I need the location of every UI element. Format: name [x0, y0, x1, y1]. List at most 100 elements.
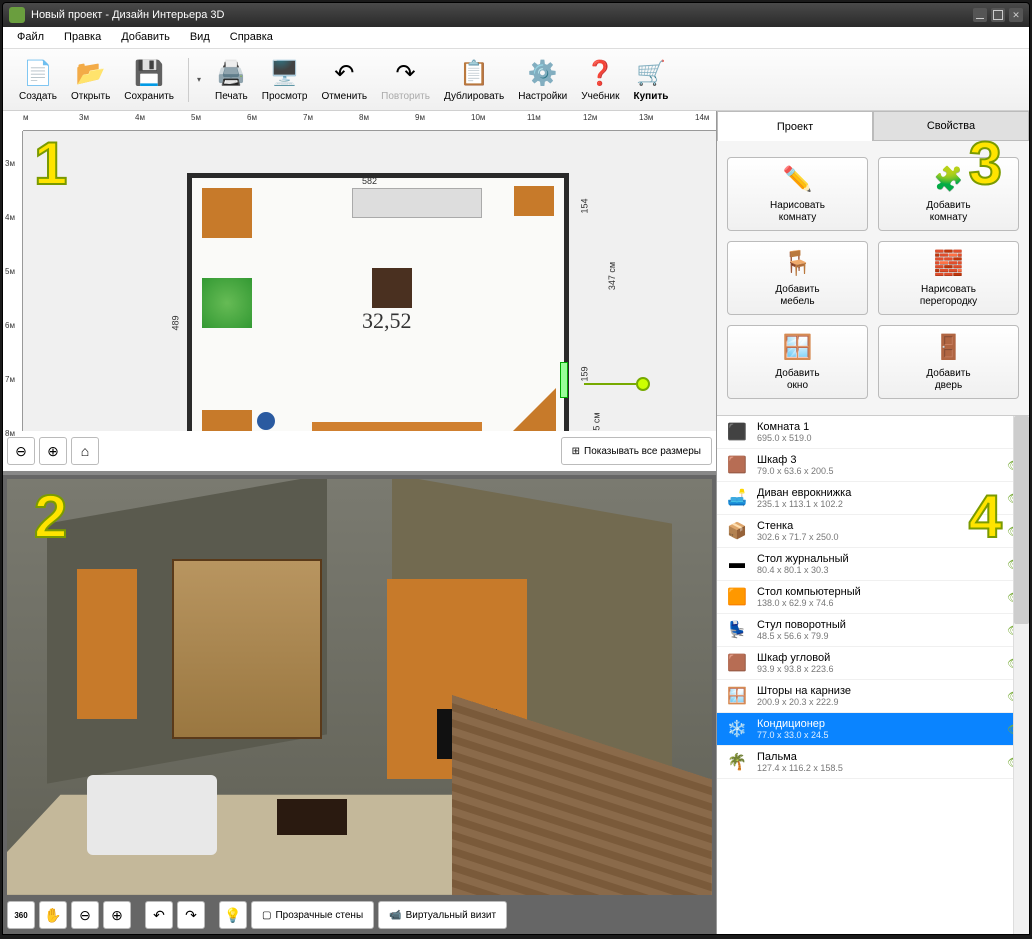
minimize-button[interactable]	[973, 8, 987, 22]
undo-3d-button[interactable]: ↶	[145, 901, 173, 929]
object-icon: ❄️	[725, 717, 749, 741]
action-дверь[interactable]: 🚪Добавитьдверь	[878, 325, 1019, 399]
action-icon: 🧩	[933, 164, 965, 196]
menu-add[interactable]: Добавить	[111, 27, 180, 48]
object-name: Стенка	[757, 520, 839, 532]
rotate360-button[interactable]: 360	[7, 901, 35, 929]
menu-view[interactable]: Вид	[180, 27, 220, 48]
zoom-in-2d-button[interactable]: ⊕	[39, 437, 67, 465]
home-2d-button[interactable]: ⌂	[71, 437, 99, 465]
object-icon: 💺	[725, 618, 749, 642]
furniture-chair[interactable]	[257, 412, 275, 430]
toolbar-label: Открыть	[71, 91, 110, 102]
furniture-corner[interactable]	[504, 388, 556, 431]
room-outline[interactable]: 32,52 582 489 665 95	[187, 173, 569, 431]
toolbar-icon: ↷	[390, 57, 422, 89]
toolbar-label: Просмотр	[262, 91, 308, 102]
toolbar-label: Повторить	[381, 91, 430, 102]
toolbar-label: Купить	[634, 91, 669, 102]
action-комнату[interactable]: ✏️Нарисоватькомнату	[727, 157, 868, 231]
object-item[interactable]: ⬛Комната 1695.0 x 519.0	[717, 416, 1029, 449]
object-scrollbar[interactable]	[1013, 416, 1029, 935]
toolbar-печать[interactable]: 🖨️Печать	[209, 55, 254, 104]
furniture-wardrobe[interactable]	[514, 186, 554, 216]
toolbar-открыть[interactable]: 📂 Открыть	[65, 55, 116, 104]
view-2d[interactable]: м3м4м5м6м7м8м9м10м11м12м13м14м 3м4м5м6м7…	[3, 111, 716, 471]
overlay-4: 4	[969, 482, 1002, 551]
object-item[interactable]: 💺Стул поворотный48.5 x 56.6 x 79.9👁	[717, 614, 1029, 647]
furniture-table[interactable]	[372, 268, 412, 308]
scrollbar-thumb[interactable]	[1014, 416, 1029, 624]
object-icon: 🟧	[725, 585, 749, 609]
tab-properties[interactable]: Свойства	[873, 111, 1029, 141]
toolbar-dropdown[interactable]: ▾	[197, 60, 207, 100]
canvas-2d[interactable]: 32,52 582 489 665 95	[23, 131, 716, 431]
furniture-desk[interactable]	[202, 410, 252, 431]
toolbar-создать[interactable]: 📄Создать	[13, 55, 63, 104]
object-item[interactable]: ❄️Кондиционер77.0 x 33.0 x 24.5👁	[717, 713, 1029, 746]
furniture-palm[interactable]	[202, 278, 252, 328]
object-item[interactable]: ▬Стол журнальный80.4 x 80.1 x 30.3👁	[717, 548, 1029, 581]
object-name: Стул поворотный	[757, 619, 846, 631]
object-name: Кондиционер	[757, 718, 829, 730]
toolbar-сохранить[interactable]: 💾Сохранить	[118, 55, 180, 104]
object-name: Шкаф угловой	[757, 652, 834, 664]
toolbar-учебник[interactable]: ❓Учебник	[575, 55, 625, 104]
object-item[interactable]: 🟧Стол компьютерный138.0 x 62.9 x 74.6👁	[717, 581, 1029, 614]
action-перегородку[interactable]: 🧱Нарисоватьперегородку	[878, 241, 1019, 315]
dim-corner: 159	[579, 366, 589, 381]
menu-edit[interactable]: Правка	[54, 27, 111, 48]
furniture-corner-wardrobe[interactable]	[202, 188, 252, 238]
camera-icon: 📹	[389, 910, 401, 921]
toolbar-icon: 📄	[22, 57, 54, 89]
toolbar: 📄Создать 📂 Открыть 💾Сохранить ▾🖨️Печать 🖥️ Про…	[3, 49, 1029, 111]
pan-button[interactable]: ✋	[39, 901, 67, 929]
toolbar-отменить[interactable]: ↶Отменить	[315, 55, 373, 104]
action-окно[interactable]: 🪟Добавитьокно	[727, 325, 868, 399]
show-dimensions-button[interactable]: ⊞ Показывать все размеры	[561, 437, 712, 465]
object-name: Диван еврокнижка	[757, 487, 851, 499]
toolbar-повторить[interactable]: ↷ Повторить	[375, 55, 436, 104]
toolbar-дублировать[interactable]: 📋Дублировать	[438, 55, 510, 104]
furniture-sofa[interactable]	[352, 188, 482, 218]
selection-handle[interactable]	[636, 377, 650, 391]
canvas-3d[interactable]	[7, 479, 712, 895]
object-item[interactable]: 🟫Шкаф 379.0 x 63.6 x 200.5👁	[717, 449, 1029, 482]
transparent-walls-button[interactable]: ▢ Прозрачные стены	[251, 901, 374, 929]
zoom-out-3d-button[interactable]: ⊖	[71, 901, 99, 929]
redo-3d-button[interactable]: ↷	[177, 901, 205, 929]
object-item[interactable]: 🌴Пальма127.4 x 116.2 x 158.5👁	[717, 746, 1029, 779]
object-dims: 138.0 x 62.9 x 74.6	[757, 598, 861, 608]
zoom-in-3d-button[interactable]: ⊕	[103, 901, 131, 929]
zoom-out-2d-button[interactable]: ⊖	[7, 437, 35, 465]
toolbar-купить[interactable]: 🛒Купить	[628, 55, 675, 104]
close-button[interactable]	[1009, 8, 1023, 22]
furniture-ac-selected[interactable]	[560, 362, 568, 398]
toolbar-icon: 🖥️	[269, 57, 301, 89]
menu-help[interactable]: Справка	[220, 27, 283, 48]
action-icon: 🪑	[782, 248, 814, 280]
toolbar-icon: ↶	[328, 57, 360, 89]
action-мебель[interactable]: 🪑Добавитьмебель	[727, 241, 868, 315]
virtual-visit-button[interactable]: 📹 Виртуальный визит	[378, 901, 507, 929]
object-item[interactable]: 🟫Шкаф угловой93.9 x 93.8 x 223.6👁	[717, 647, 1029, 680]
toolbar-icon: 📂	[75, 57, 107, 89]
object-dims: 48.5 x 56.6 x 79.9	[757, 631, 846, 641]
ruler-vertical: 3м4м5м6м7м8м	[3, 131, 23, 431]
view-3d[interactable]: 360 ✋ ⊖ ⊕ ↶ ↷ 💡 ▢ Прозрачные стены 📹	[3, 475, 716, 935]
ruler-horizontal: м3м4м5м6м7м8м9м10м11м12м13м14м	[23, 111, 716, 131]
toolbar-icon: 🖨️	[215, 57, 247, 89]
toolbar-просмотр[interactable]: 🖥️ Просмотр	[256, 55, 314, 104]
furniture-wall-unit[interactable]	[312, 422, 482, 431]
toolbar-настройки[interactable]: ⚙️Настройки	[512, 55, 573, 104]
object-name: Шторы на карнизе	[757, 685, 851, 697]
menu-file[interactable]: Файл	[7, 27, 54, 48]
transparent-icon: ▢	[262, 910, 271, 921]
menubar: Файл Правка Добавить Вид Справка	[3, 27, 1029, 49]
light-button[interactable]: 💡	[219, 901, 247, 929]
maximize-button[interactable]	[991, 8, 1005, 22]
tab-project[interactable]: Проект	[717, 111, 873, 141]
curtains-3d	[172, 559, 322, 739]
object-item[interactable]: 🪟Шторы на карнизе200.9 x 20.3 x 222.9👁	[717, 680, 1029, 713]
object-icon: 🟫	[725, 651, 749, 675]
